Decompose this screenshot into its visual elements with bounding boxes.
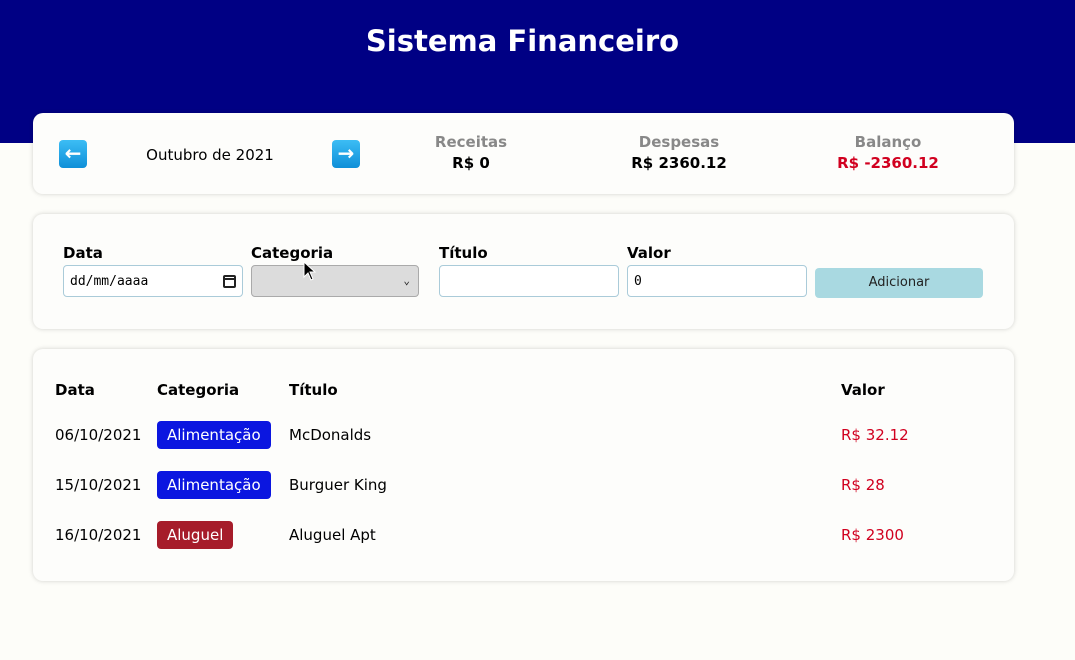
date-label: Data (63, 244, 103, 262)
table-row: 16/10/2021 Aluguel Aluguel Apt R$ 2300 (33, 521, 1014, 551)
value-field: Valor (627, 244, 807, 297)
category-badge: Aluguel (157, 521, 234, 549)
row-value: R$ 32.12 (841, 426, 909, 444)
title-input[interactable] (439, 265, 619, 297)
row-title: Burguer King (289, 476, 387, 494)
despesas-title: Despesas (638, 133, 720, 151)
value-input[interactable] (627, 265, 807, 297)
receitas-value: R$ 0 (452, 154, 490, 172)
despesas-value: R$ 2360.12 (631, 154, 727, 172)
row-title: McDonalds (289, 426, 372, 444)
next-month-button[interactable]: → (332, 140, 360, 168)
row-date: 06/10/2021 (55, 426, 142, 444)
title-label: Título (439, 244, 488, 262)
right-arrow-icon: → (337, 141, 355, 165)
date-field: Data dd/mm/aaaa (63, 244, 243, 297)
calendar-icon[interactable] (223, 274, 236, 288)
category-badge: Alimentação (157, 471, 271, 499)
left-arrow-icon: ← (64, 141, 82, 165)
receitas-title: Receitas (434, 133, 508, 151)
summary-balanco: Balanço R$ -2360.12 (798, 133, 978, 172)
header-value: Valor (841, 381, 885, 399)
mouse-cursor-icon (303, 261, 317, 281)
category-field: Categoria ⌄ (251, 244, 419, 297)
transactions-table: Data Categoria Título Valor 06/10/2021 A… (33, 349, 1014, 581)
title-field: Título (439, 244, 619, 297)
table-row: 06/10/2021 Alimentação McDonalds R$ 32.1… (33, 421, 1014, 451)
chevron-down-icon: ⌄ (403, 274, 410, 287)
category-label: Categoria (251, 244, 334, 262)
balanco-value: R$ -2360.12 (837, 154, 939, 172)
current-month: Outubro de 2021 (146, 146, 274, 164)
prev-month-button[interactable]: ← (59, 140, 87, 168)
row-date: 16/10/2021 (55, 526, 142, 544)
header-category: Categoria (157, 381, 240, 399)
row-date: 15/10/2021 (55, 476, 142, 494)
row-title: Aluguel Apt (289, 526, 376, 544)
page-title: Sistema Financeiro (365, 24, 680, 58)
date-input[interactable]: dd/mm/aaaa (63, 265, 243, 297)
summary-receitas: Receitas R$ 0 (381, 133, 561, 172)
header-title: Título (289, 381, 338, 399)
row-value: R$ 28 (841, 476, 885, 494)
row-value: R$ 2300 (841, 526, 904, 544)
table-row: 15/10/2021 Alimentação Burguer King R$ 2… (33, 471, 1014, 501)
category-select[interactable]: ⌄ (251, 265, 419, 297)
value-label: Valor (627, 244, 671, 262)
add-entry-form: Data dd/mm/aaaa Categoria ⌄ Título Valor… (33, 214, 1014, 329)
summary-despesas: Despesas R$ 2360.12 (589, 133, 769, 172)
header-date: Data (55, 381, 95, 399)
category-badge: Alimentação (157, 421, 271, 449)
info-card: ← Outubro de 2021 → Receitas R$ 0 Despes… (33, 113, 1014, 194)
date-placeholder: dd/mm/aaaa (70, 273, 149, 289)
balanco-title: Balanço (854, 133, 922, 151)
add-button[interactable]: Adicionar (815, 268, 983, 298)
